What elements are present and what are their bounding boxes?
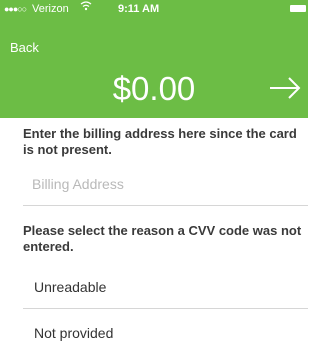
amount-display: $0.00 [112, 70, 196, 107]
back-button[interactable]: Back [10, 40, 39, 55]
signal-strength-icon: ●●●○○ [4, 4, 27, 14]
wifi-icon [80, 0, 92, 17]
billing-address-prompt: Enter the billing address here since the… [23, 126, 297, 157]
billing-address-input[interactable] [32, 173, 292, 195]
next-arrow-icon[interactable] [268, 73, 302, 103]
divider [23, 205, 308, 206]
battery-icon [290, 5, 306, 12]
cvv-reason-prompt: Please select the reason a CVV code was … [23, 223, 302, 254]
divider [23, 308, 308, 309]
status-time: 9:11 AM [118, 3, 160, 15]
carrier-name: Verizon [32, 3, 69, 15]
header-bar: ●●●○○ Verizon 9:11 AM Back $0.00 [0, 0, 308, 118]
status-bar: ●●●○○ Verizon 9:11 AM [0, 0, 308, 18]
option-unreadable[interactable]: Unreadable [34, 275, 294, 299]
option-not-provided[interactable]: Not provided [34, 321, 294, 345]
